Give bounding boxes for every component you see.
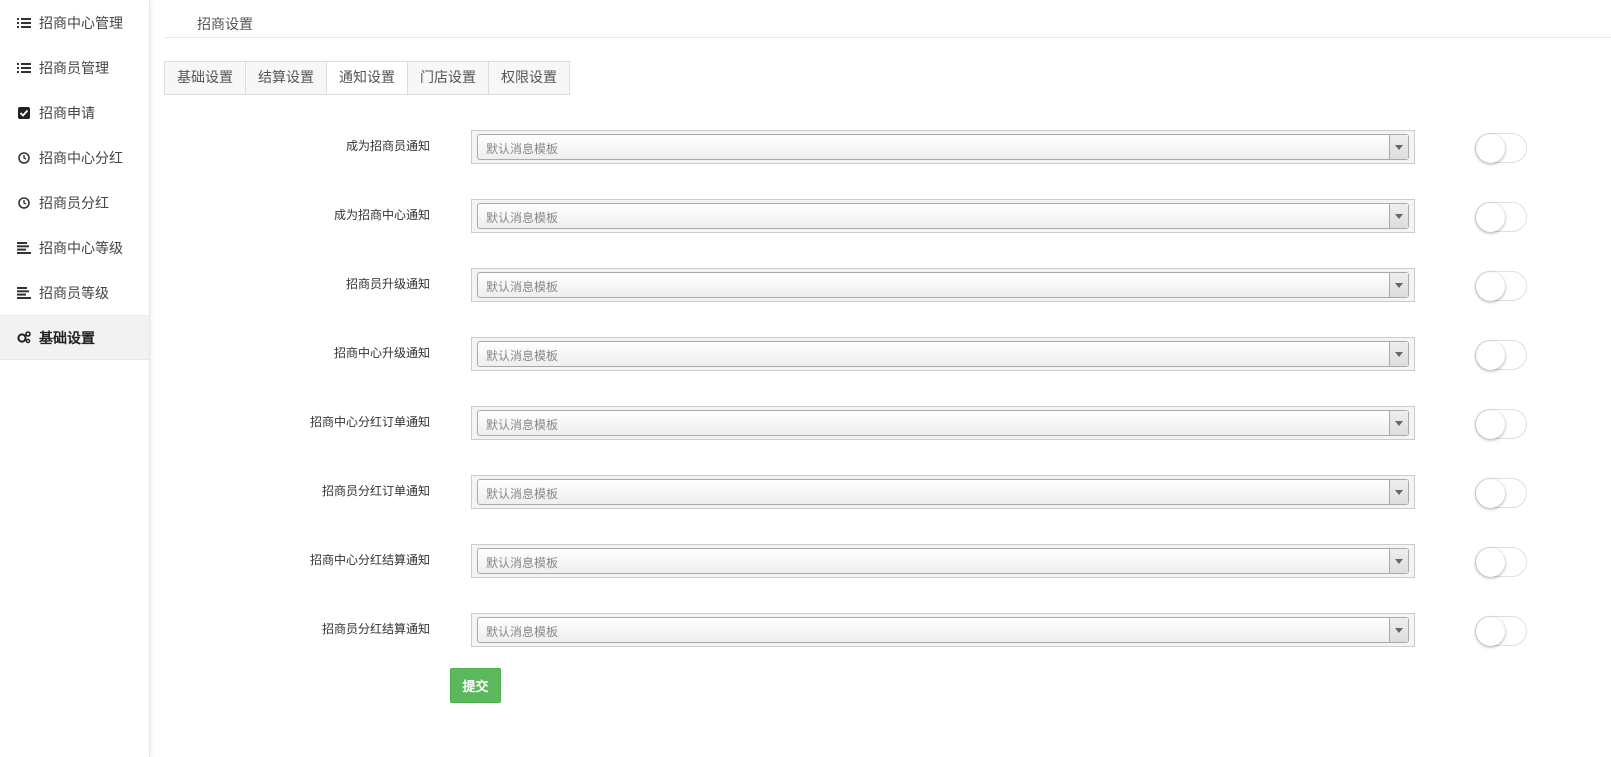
sidebar-item-merchant-center-manage[interactable]: 招商中心管理 [0, 0, 149, 45]
toggle-knob [1476, 410, 1505, 439]
align-left-icon [17, 241, 31, 255]
select-value: 默认消息模板 [486, 211, 559, 225]
select-value: 默认消息模板 [486, 280, 559, 294]
chevron-down-icon [1389, 135, 1408, 159]
select-value: 默认消息模板 [486, 487, 559, 501]
field-label: 招商员升级通知 [345, 277, 430, 291]
form-row: 招商中心分红订单通知 默认消息模板 [164, 406, 1611, 440]
toggle-knob [1476, 548, 1505, 577]
settings-tabs: 基础设置 结算设置 通知设置 门店设置 权限设置 [164, 61, 570, 95]
sidebar-item-center-level[interactable]: 招商中心等级 [0, 225, 149, 270]
chevron-down-icon [1389, 273, 1408, 297]
sidebar-item-label: 招商员管理 [39, 60, 109, 77]
field-label: 招商中心分红结算通知 [309, 553, 430, 567]
form-row: 招商员分红订单通知 默认消息模板 [164, 475, 1611, 509]
align-left-icon [17, 286, 31, 300]
toggle-switch[interactable] [1475, 478, 1527, 508]
form-row: 招商员分红结算通知 默认消息模板 [164, 613, 1611, 647]
tab-basic-settings[interactable]: 基础设置 [164, 61, 246, 95]
template-select-wrapper: 默认消息模板 [471, 130, 1415, 164]
template-select[interactable]: 默认消息模板 [477, 203, 1409, 229]
sidebar: 招商中心管理 招商员管理 招商申请 招商中心分红 招商员分红 招商中心等级 招商… [0, 0, 150, 757]
submit-button[interactable]: 提交 [450, 668, 501, 703]
select-value: 默认消息模板 [486, 142, 559, 156]
sidebar-item-label: 招商员等级 [39, 285, 109, 302]
page-title: 招商设置 [197, 17, 253, 33]
tab-notification-settings[interactable]: 通知设置 [327, 61, 408, 95]
template-select[interactable]: 默认消息模板 [477, 479, 1409, 505]
list-icon [17, 61, 31, 75]
form-row: 成为招商员通知 默认消息模板 [164, 130, 1611, 164]
sidebar-item-label: 招商中心管理 [39, 15, 123, 32]
sidebar-item-staff-dividend[interactable]: 招商员分红 [0, 180, 149, 225]
sidebar-item-label: 招商申请 [39, 105, 95, 122]
toggle-knob [1476, 617, 1505, 646]
tab-permission-settings[interactable]: 权限设置 [489, 61, 570, 95]
toggle-knob [1476, 341, 1505, 370]
field-label: 招商员分红订单通知 [321, 484, 430, 498]
gears-icon [17, 331, 31, 345]
chevron-down-icon [1389, 549, 1408, 573]
sidebar-item-label: 招商中心等级 [39, 240, 123, 257]
sidebar-item-label: 招商员分红 [39, 195, 109, 212]
toggle-knob [1476, 134, 1505, 163]
field-label: 招商中心分红订单通知 [309, 415, 430, 429]
toggle-switch[interactable] [1475, 340, 1527, 370]
template-select-wrapper: 默认消息模板 [471, 544, 1415, 578]
page-header: 招商设置 [164, 0, 1611, 38]
field-label: 招商员分红结算通知 [321, 622, 430, 636]
template-select[interactable]: 默认消息模板 [477, 617, 1409, 643]
template-select-wrapper: 默认消息模板 [471, 337, 1415, 371]
toggle-switch[interactable] [1475, 133, 1527, 163]
template-select-wrapper: 默认消息模板 [471, 475, 1415, 509]
form-row: 招商员升级通知 默认消息模板 [164, 268, 1611, 302]
tab-store-settings[interactable]: 门店设置 [408, 61, 489, 95]
select-value: 默认消息模板 [486, 349, 559, 363]
sidebar-item-staff-level[interactable]: 招商员等级 [0, 270, 149, 315]
toggle-switch[interactable] [1475, 271, 1527, 301]
template-select[interactable]: 默认消息模板 [477, 410, 1409, 436]
field-label: 成为招商员通知 [345, 139, 430, 153]
form-row: 招商中心分红结算通知 默认消息模板 [164, 544, 1611, 578]
clock-icon [17, 151, 31, 165]
select-value: 默认消息模板 [486, 418, 559, 432]
sidebar-item-merchant-staff-manage[interactable]: 招商员管理 [0, 45, 149, 90]
toggle-switch[interactable] [1475, 409, 1527, 439]
toggle-knob [1476, 203, 1505, 232]
chevron-down-icon [1389, 204, 1408, 228]
field-label: 成为招商中心通知 [333, 208, 430, 222]
sidebar-item-label: 招商中心分红 [39, 150, 123, 167]
select-value: 默认消息模板 [486, 556, 559, 570]
template-select[interactable]: 默认消息模板 [477, 548, 1409, 574]
chevron-down-icon [1389, 411, 1408, 435]
template-select-wrapper: 默认消息模板 [471, 268, 1415, 302]
toggle-switch[interactable] [1475, 202, 1527, 232]
chevron-down-icon [1389, 342, 1408, 366]
tab-settlement-settings[interactable]: 结算设置 [246, 61, 327, 95]
template-select-wrapper: 默认消息模板 [471, 199, 1415, 233]
list-icon [17, 16, 31, 30]
form-row: 招商中心升级通知 默认消息模板 [164, 337, 1611, 371]
template-select[interactable]: 默认消息模板 [477, 341, 1409, 367]
chevron-down-icon [1389, 618, 1408, 642]
sidebar-item-merchant-apply[interactable]: 招商申请 [0, 90, 149, 135]
sidebar-item-center-dividend[interactable]: 招商中心分红 [0, 135, 149, 180]
select-value: 默认消息模板 [486, 625, 559, 639]
checkbox-icon [17, 106, 31, 120]
sidebar-item-basic-settings[interactable]: 基础设置 [0, 315, 149, 360]
clock-icon [17, 196, 31, 210]
form-row: 成为招商中心通知 默认消息模板 [164, 199, 1611, 233]
sidebar-item-label: 基础设置 [39, 330, 95, 347]
toggle-knob [1476, 272, 1505, 301]
toggle-knob [1476, 479, 1505, 508]
template-select-wrapper: 默认消息模板 [471, 406, 1415, 440]
toggle-switch[interactable] [1475, 547, 1527, 577]
main-content: 招商设置 基础设置 结算设置 通知设置 门店设置 权限设置 成为招商员通知 默认… [164, 0, 1611, 757]
template-select-wrapper: 默认消息模板 [471, 613, 1415, 647]
toggle-switch[interactable] [1475, 616, 1527, 646]
template-select[interactable]: 默认消息模板 [477, 134, 1409, 160]
field-label: 招商中心升级通知 [333, 346, 430, 360]
template-select[interactable]: 默认消息模板 [477, 272, 1409, 298]
chevron-down-icon [1389, 480, 1408, 504]
